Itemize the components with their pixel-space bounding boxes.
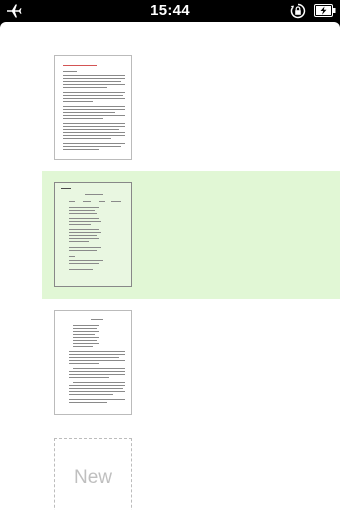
page-sorter: New xyxy=(0,22,340,510)
new-page-button[interactable]: New xyxy=(54,438,132,510)
page-thumbnail-1[interactable] xyxy=(54,55,132,160)
battery-charging-icon xyxy=(314,4,336,17)
rotation-lock-icon xyxy=(290,3,306,19)
new-page-label: New xyxy=(73,467,112,488)
status-time: 15:44 xyxy=(150,2,190,19)
page-thumbnail-2[interactable] xyxy=(54,182,132,287)
status-bar: 15:44 xyxy=(0,0,340,22)
page-thumbnail-3[interactable] xyxy=(54,310,132,415)
